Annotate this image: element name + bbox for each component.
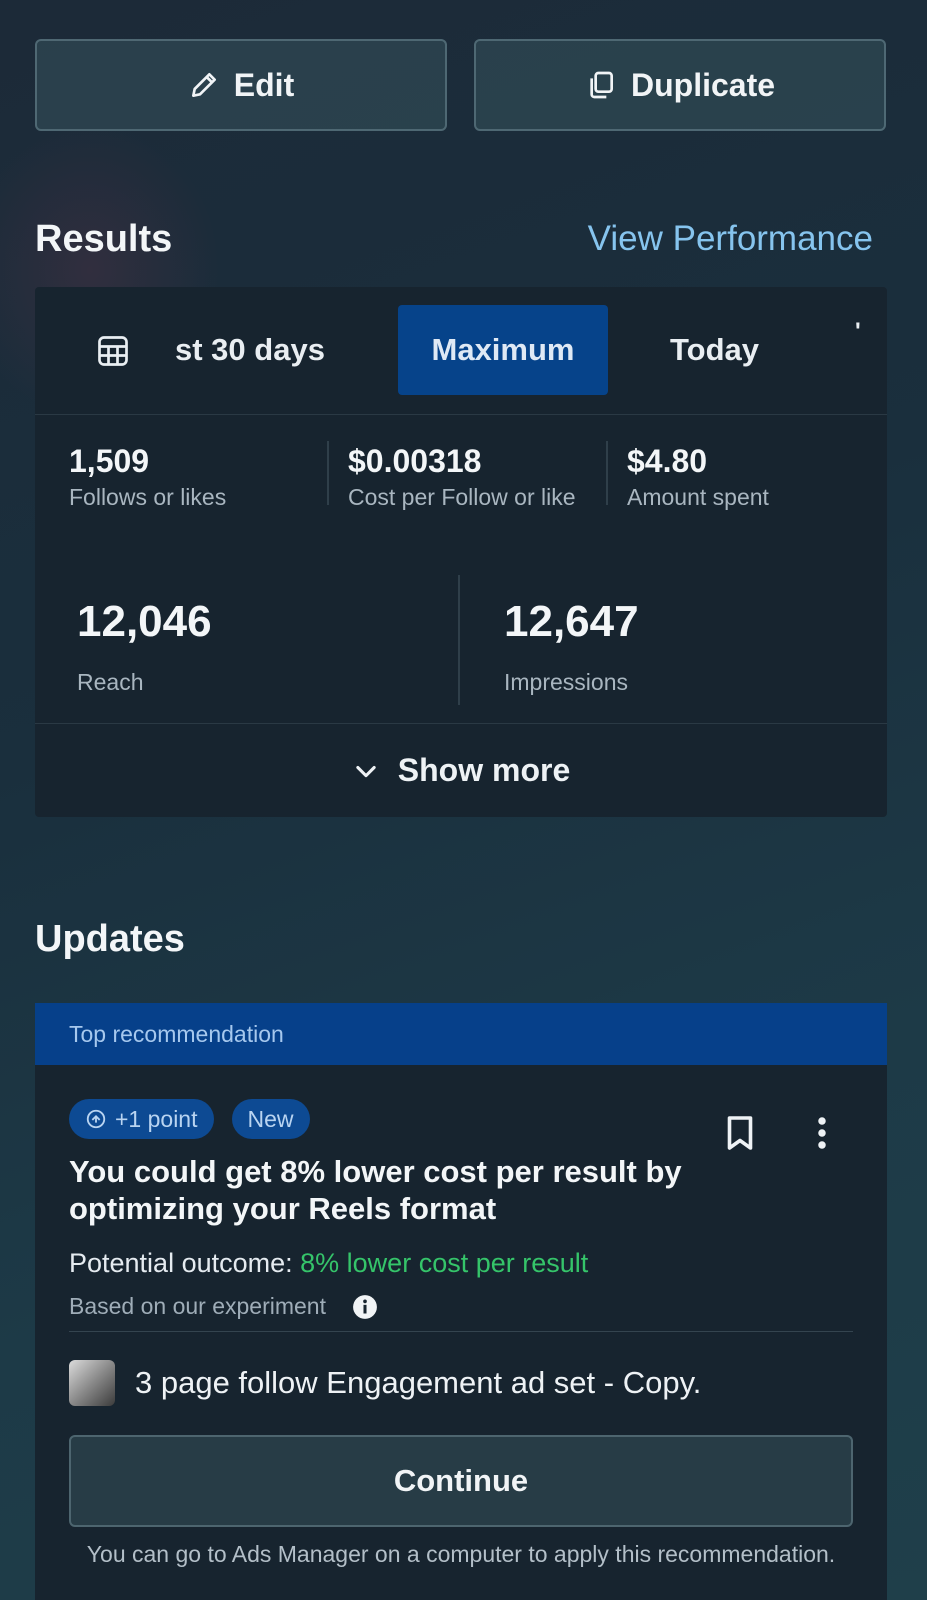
footnote: You can go to Ads Manager on a computer … <box>86 1541 836 1567</box>
edit-button[interactable]: Edit <box>35 39 447 131</box>
tab-maximum[interactable]: Maximum <box>398 305 608 395</box>
divider <box>458 575 460 705</box>
metric-follows: 1,509 Follows or likes <box>69 443 226 511</box>
ad-set-name: 3 page follow Engagement ad set - Copy. <box>135 1365 702 1400</box>
tab-today[interactable]: Today <box>670 305 759 395</box>
metric-label: Follows or likes <box>69 484 227 510</box>
recommendation-headline: You could get 8% lower cost per result b… <box>69 1154 682 1226</box>
updates-header: Updates <box>35 914 887 964</box>
points-label: +1 point <box>115 1105 198 1132</box>
recommendation-tags: +1 point New <box>69 1099 310 1139</box>
results-header: Results View Performance <box>35 214 887 264</box>
divider <box>327 441 329 505</box>
basis-note: Based on our experiment <box>69 1293 378 1320</box>
date-range-tabs: st 30 days Maximum Today ' <box>35 287 887 415</box>
metric-value: $0.00318 <box>348 443 482 479</box>
divider <box>606 441 608 505</box>
action-bar: Edit Duplicate <box>35 39 887 131</box>
metric-amount-spent: $4.80 Amount spent <box>627 443 769 511</box>
recommendation-card: Top recommendation +1 point New You coul… <box>35 1003 887 1600</box>
metric-value: 12,046 <box>77 597 212 646</box>
basis-label: Based on our experiment <box>69 1293 326 1319</box>
updates-title: Updates <box>35 917 185 960</box>
ad-set-row: 3 page follow Engagement ad set - Copy. <box>69 1360 701 1406</box>
outcome-value: 8% lower cost per result <box>300 1248 589 1278</box>
metric-value: $4.80 <box>627 443 708 479</box>
metric-cost-per-follow: $0.00318 Cost per Follow or like <box>348 443 576 511</box>
bookmark-icon[interactable] <box>725 1115 755 1151</box>
view-performance-link[interactable]: View Performance <box>588 219 873 259</box>
points-pill: +1 point <box>69 1099 214 1139</box>
metric-impressions: 12,647 Impressions <box>504 597 639 696</box>
pencil-icon <box>191 73 216 97</box>
top-recommendation-banner: Top recommendation <box>35 1003 887 1065</box>
edit-label: Edit <box>233 66 295 103</box>
info-icon[interactable] <box>352 1294 378 1320</box>
avatar <box>69 1360 115 1406</box>
metric-value: 1,509 <box>69 443 150 479</box>
new-pill: New <box>231 1099 310 1139</box>
copy-icon <box>590 71 613 99</box>
more-vertical-icon[interactable] <box>815 1115 829 1151</box>
metric-label: Impressions <box>504 669 628 695</box>
duplicate-button[interactable]: Duplicate <box>474 39 886 131</box>
tab-overflow[interactable]: ' <box>855 317 861 347</box>
metric-value: 12,647 <box>504 597 639 646</box>
results-card: st 30 days Maximum Today ' 1,509 Follows… <box>35 287 887 817</box>
new-label: New <box>247 1105 294 1132</box>
metric-label: Amount spent <box>627 484 769 510</box>
show-more-button[interactable]: Show more <box>35 724 887 817</box>
continue-button[interactable]: Continue <box>69 1435 853 1527</box>
outcome-prefix: Potential outcome: <box>69 1248 301 1278</box>
show-more-label: Show more <box>397 752 571 788</box>
potential-outcome: Potential outcome: 8% lower cost per res… <box>69 1248 588 1279</box>
arrow-up-circle-icon <box>86 1109 106 1129</box>
chevron-down-icon <box>356 765 376 777</box>
tab-last-30-days[interactable]: st 30 days <box>175 305 325 395</box>
metric-label: Reach <box>77 669 144 695</box>
results-title: Results <box>35 217 173 260</box>
metric-reach: 12,046 Reach <box>77 597 212 696</box>
duplicate-label: Duplicate <box>630 66 776 103</box>
metric-label: Cost per Follow or like <box>348 484 576 510</box>
calendar-icon[interactable] <box>95 333 131 369</box>
divider <box>69 1331 853 1332</box>
